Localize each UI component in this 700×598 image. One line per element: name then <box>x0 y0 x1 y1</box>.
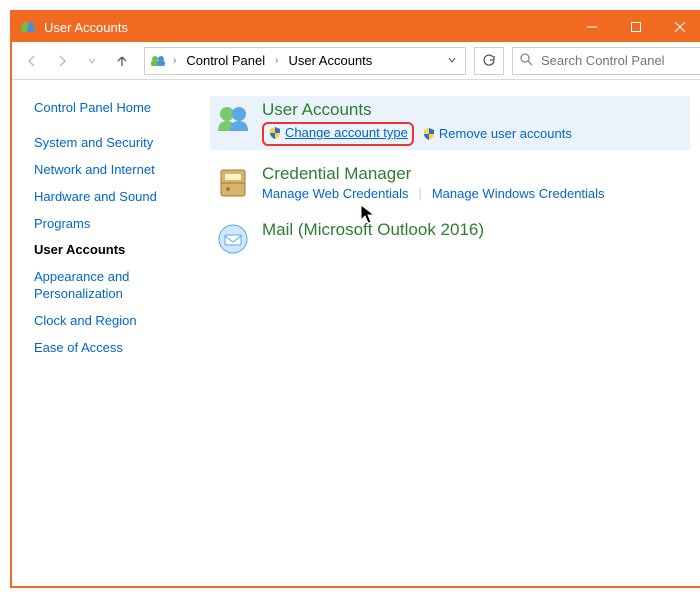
maximize-button[interactable] <box>614 12 658 42</box>
close-button[interactable] <box>658 12 700 42</box>
breadcrumb-dropdown[interactable] <box>443 53 461 68</box>
search-icon <box>519 52 533 69</box>
sidebar-item-network-internet[interactable]: Network and Internet <box>34 162 180 179</box>
sidebar-home[interactable]: Control Panel Home <box>34 100 180 117</box>
link-change-account-type[interactable]: Change account type <box>268 125 408 140</box>
main-panel: User Accounts <box>192 80 700 586</box>
window-controls <box>570 12 700 42</box>
sidebar: Control Panel Home System and Security N… <box>12 80 192 586</box>
category-mail: Mail (Microsoft Outlook 2016) <box>210 216 690 262</box>
category-credential-manager: Credential Manager Manage Web Credential… <box>210 160 690 206</box>
refresh-button[interactable] <box>474 47 504 75</box>
breadcrumb-bar[interactable]: › Control Panel › User Accounts <box>144 47 466 75</box>
breadcrumb-control-panel[interactable]: Control Panel <box>182 51 269 70</box>
chevron-icon[interactable]: › <box>273 55 280 66</box>
up-button[interactable] <box>108 47 136 75</box>
toolbar: › Control Panel › User Accounts <box>12 42 700 80</box>
link-manage-web-credentials[interactable]: Manage Web Credentials <box>262 186 408 201</box>
forward-button[interactable] <box>48 47 76 75</box>
sidebar-item-user-accounts[interactable]: User Accounts <box>34 242 180 259</box>
link-remove-user-accounts[interactable]: Remove user accounts <box>422 126 572 141</box>
annotation-highlight: Change account type <box>262 122 414 146</box>
titlebar: User Accounts <box>12 12 700 42</box>
user-accounts-category-icon <box>214 100 252 138</box>
chevron-icon[interactable]: › <box>171 55 178 66</box>
category-title-user-accounts[interactable]: User Accounts <box>262 100 686 120</box>
content-body: Control Panel Home System and Security N… <box>12 80 700 586</box>
category-title-mail[interactable]: Mail (Microsoft Outlook 2016) <box>262 220 686 240</box>
user-accounts-app-icon <box>20 19 36 35</box>
sidebar-item-appearance[interactable]: Appearance and Personalization <box>34 269 180 303</box>
breadcrumb-user-accounts[interactable]: User Accounts <box>284 51 376 70</box>
minimize-button[interactable] <box>570 12 614 42</box>
recent-locations-dropdown[interactable] <box>78 47 106 75</box>
window-title: User Accounts <box>44 20 570 35</box>
back-button[interactable] <box>18 47 46 75</box>
category-user-accounts: User Accounts <box>210 96 690 150</box>
shield-icon <box>422 127 436 141</box>
sidebar-item-clock-region[interactable]: Clock and Region <box>34 313 180 330</box>
search-box[interactable] <box>512 47 700 75</box>
sidebar-item-hardware-sound[interactable]: Hardware and Sound <box>34 189 180 206</box>
search-input[interactable] <box>539 52 700 69</box>
category-title-credential-manager[interactable]: Credential Manager <box>262 164 686 184</box>
link-text: Remove user accounts <box>439 126 572 141</box>
sidebar-item-system-security[interactable]: System and Security <box>34 135 180 152</box>
window: User Accounts <box>10 10 700 588</box>
shield-icon <box>268 126 282 140</box>
link-text: Change account type <box>285 125 408 140</box>
credential-manager-icon <box>214 164 252 202</box>
separator: | <box>418 186 421 201</box>
user-accounts-icon <box>149 52 167 70</box>
mail-icon <box>214 220 252 258</box>
link-manage-windows-credentials[interactable]: Manage Windows Credentials <box>432 186 605 201</box>
sidebar-item-programs[interactable]: Programs <box>34 216 180 233</box>
sidebar-item-ease-of-access[interactable]: Ease of Access <box>34 340 180 357</box>
